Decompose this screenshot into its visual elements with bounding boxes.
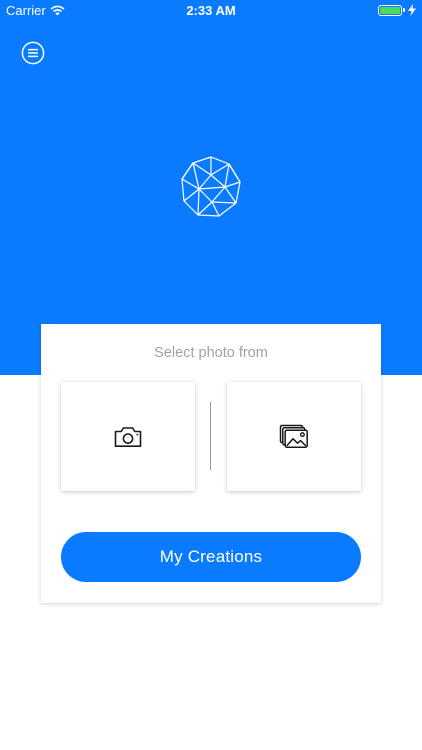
my-creations-button[interactable]: My Creations [61,532,361,582]
battery-level [380,6,400,14]
geometric-diamond-icon [181,156,241,217]
tile-divider [210,402,211,470]
card-title: Select photo from [154,345,268,361]
camera-source-button[interactable] [61,382,195,491]
charging-bolt-icon [408,4,416,16]
status-bar: Carrier 2:33 AM [0,0,422,22]
camera-icon [114,426,142,447]
battery-icon [378,4,405,16]
status-right [378,4,416,16]
photo-gallery-icon [279,424,308,448]
hamburger-circle-icon [21,41,45,65]
menu-button[interactable] [21,41,45,65]
photo-source-card: Select photo from My Creations [41,324,381,603]
status-time: 2:33 AM [186,3,236,18]
gallery-source-button[interactable] [227,382,361,491]
